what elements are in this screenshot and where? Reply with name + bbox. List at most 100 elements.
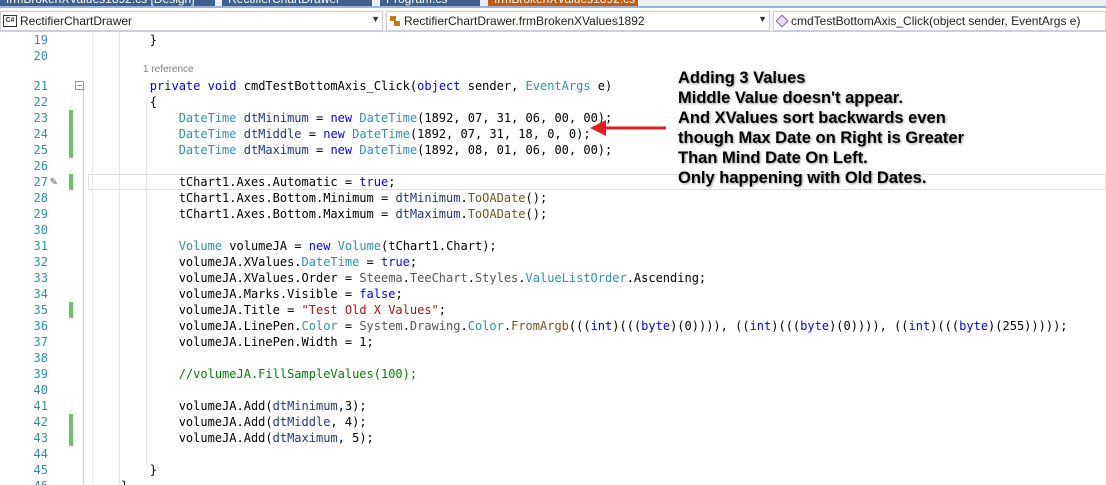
document-tab-strip: frmBrokenXValues1892.cs [Design] Rectifi… [0, 0, 1106, 8]
navigation-bar: C# RectifierChartDrawer ▼ RectifierChart… [0, 10, 1106, 32]
annotation-line: Adding 3 Values [678, 69, 806, 87]
code-line[interactable]: 37 volumeJA.LinePen.Width = 1; [0, 334, 1106, 350]
line-number: 39 [33, 367, 48, 381]
class-dropdown-label: RectifierChartDrawer.frmBrokenXValues189… [404, 14, 645, 28]
line-number: 24 [33, 127, 48, 141]
code-line[interactable]: 39 //volumeJA.FillSampleValues(100); [0, 366, 1106, 382]
code-line[interactable]: 31 Volume volumeJA = new Volume(tChart1.… [0, 238, 1106, 254]
line-number: 29 [33, 207, 48, 221]
project-dropdown-label: RectifierChartDrawer [20, 14, 133, 28]
code-line[interactable]: 20 [0, 48, 1106, 64]
class-icon [389, 15, 401, 27]
codelens-references[interactable]: 1 reference [143, 62, 194, 78]
chevron-down-icon: ▼ [371, 14, 380, 24]
line-number: 19 [33, 33, 48, 47]
code-line[interactable]: 34 volumeJA.Marks.Visible = false; [0, 286, 1106, 302]
code-text: volumeJA.Add(dtMiddle, 4); [92, 415, 367, 429]
tab-project[interactable]: RectifierChartDrawer [222, 0, 372, 6]
line-number: 22 [33, 95, 48, 109]
line-number: 31 [33, 239, 48, 253]
tab-form-design[interactable]: frmBrokenXValues1892.cs [Design] [0, 0, 215, 6]
line-number: 37 [33, 335, 48, 349]
code-text: DateTime dtMiddle = new DateTime(1892, 0… [178, 127, 591, 141]
red-arrow-icon [590, 120, 666, 136]
code-text: volumeJA.XValues.Order = Steema.TeeChart… [92, 271, 707, 285]
annotation-line: though Max Date on Right is Greater [678, 129, 965, 147]
tab-program-cs[interactable]: Program.cs [380, 0, 480, 6]
code-line[interactable]: 42 volumeJA.Add(dtMiddle, 4); [0, 414, 1106, 430]
code-line[interactable]: 43 volumeJA.Add(dtMaximum, 5); [0, 430, 1106, 446]
chevron-down-icon: ▼ [758, 14, 767, 24]
code-text: } [92, 478, 128, 485]
code-text: Volume volumeJA = new Volume(tChart1.Cha… [178, 239, 497, 253]
line-number: 21 [33, 79, 48, 93]
method-icon [775, 14, 789, 28]
code-text: volumeJA.Add(dtMinimum,3); [92, 399, 367, 413]
code-text: } [92, 463, 158, 477]
line-number: 28 [33, 191, 48, 205]
code-text: tChart1.Axes.Bottom.Maximum = dtMaximum.… [92, 207, 548, 221]
line-number: 43 [33, 431, 48, 445]
change-marker [69, 430, 73, 446]
line-number: 30 [33, 223, 48, 237]
line-number: 40 [33, 383, 48, 397]
code-text: private void cmdTestBottomAxis_Click(obj… [149, 79, 613, 93]
code-line[interactable]: 33 volumeJA.XValues.Order = Steema.TeeCh… [0, 270, 1106, 286]
line-number: 33 [33, 271, 48, 285]
line-number: 26 [33, 159, 48, 173]
code-text: DateTime dtMinimum = new DateTime(1892, … [178, 111, 613, 125]
code-line[interactable]: 29 tChart1.Axes.Bottom.Maximum = dtMaxim… [0, 206, 1106, 222]
line-number: 41 [33, 399, 48, 413]
line-number: 34 [33, 287, 48, 301]
code-text: } [92, 33, 158, 47]
line-number: 36 [33, 319, 48, 333]
code-text: volumeJA.Title = "Test Old X Values"; [92, 303, 447, 317]
code-line[interactable]: 28 tChart1.Axes.Bottom.Minimum = dtMinim… [0, 190, 1106, 206]
code-text: DateTime dtMaximum = new DateTime(1892, … [178, 143, 613, 157]
code-text: tChart1.Axes.Bottom.Minimum = dtMinimum.… [92, 191, 548, 205]
code-line[interactable]: 30 [0, 222, 1106, 238]
line-number: 25 [33, 143, 48, 157]
edit-pencil-icon[interactable]: ✎ [50, 174, 64, 188]
line-number: 44 [33, 447, 48, 461]
change-marker [69, 110, 73, 126]
line-number: 38 [33, 351, 48, 365]
member-dropdown[interactable]: cmdTestBottomAxis_Click(object sender, E… [773, 11, 1106, 31]
code-line[interactable]: 46 } [0, 478, 1106, 485]
line-number: 32 [33, 255, 48, 269]
code-line[interactable]: 32 volumeJA.XValues.DateTime = true; [0, 254, 1106, 270]
code-text: volumeJA.LinePen.Color = System.Drawing.… [92, 319, 1068, 333]
code-line[interactable]: 41 volumeJA.Add(dtMinimum,3); [0, 398, 1106, 414]
code-line[interactable]: 40 [0, 382, 1106, 398]
change-marker [69, 414, 73, 430]
code-line[interactable]: 19 } [0, 32, 1106, 48]
code-line[interactable]: 38 [0, 350, 1106, 366]
member-dropdown-label: cmdTestBottomAxis_Click(object sender, E… [791, 14, 1081, 28]
collapse-toggle-icon[interactable]: − [75, 81, 84, 90]
tab-form-code-active[interactable]: frmBrokenXValues1892.cs [488, 0, 638, 6]
change-marker [69, 174, 73, 190]
annotation-line: Middle Value doesn't appear. [678, 89, 903, 107]
code-text: volumeJA.Marks.Visible = false; [92, 287, 403, 301]
project-dropdown[interactable]: C# RectifierChartDrawer ▼ [0, 11, 383, 31]
code-line[interactable]: 35 volumeJA.Title = "Test Old X Values"; [0, 302, 1106, 318]
line-number: 35 [33, 303, 48, 317]
code-line[interactable]: 45 } [0, 462, 1106, 478]
code-text: tChart1.Axes.Automatic = true; [92, 175, 396, 189]
line-number: 45 [33, 463, 48, 477]
code-line[interactable]: 36 volumeJA.LinePen.Color = System.Drawi… [0, 318, 1106, 334]
change-marker [69, 126, 73, 142]
line-number: 42 [33, 415, 48, 429]
code-line[interactable]: 44 [0, 446, 1106, 462]
change-marker [69, 142, 73, 158]
code-text: //volumeJA.FillSampleValues(100); [92, 367, 418, 381]
line-number: 27 [33, 175, 48, 189]
line-number: 23 [33, 111, 48, 125]
code-text: { [92, 95, 158, 109]
csharp-project-icon: C# [3, 15, 17, 27]
annotation-line: Than Mind Date On Left. [678, 149, 868, 167]
line-number: 46 [0, 478, 48, 485]
code-text: volumeJA.LinePen.Width = 1; [92, 335, 374, 349]
class-dropdown[interactable]: RectifierChartDrawer.frmBrokenXValues189… [386, 11, 770, 31]
annotation-note: Adding 3 Values Middle Value doesn't appe… [678, 68, 964, 188]
